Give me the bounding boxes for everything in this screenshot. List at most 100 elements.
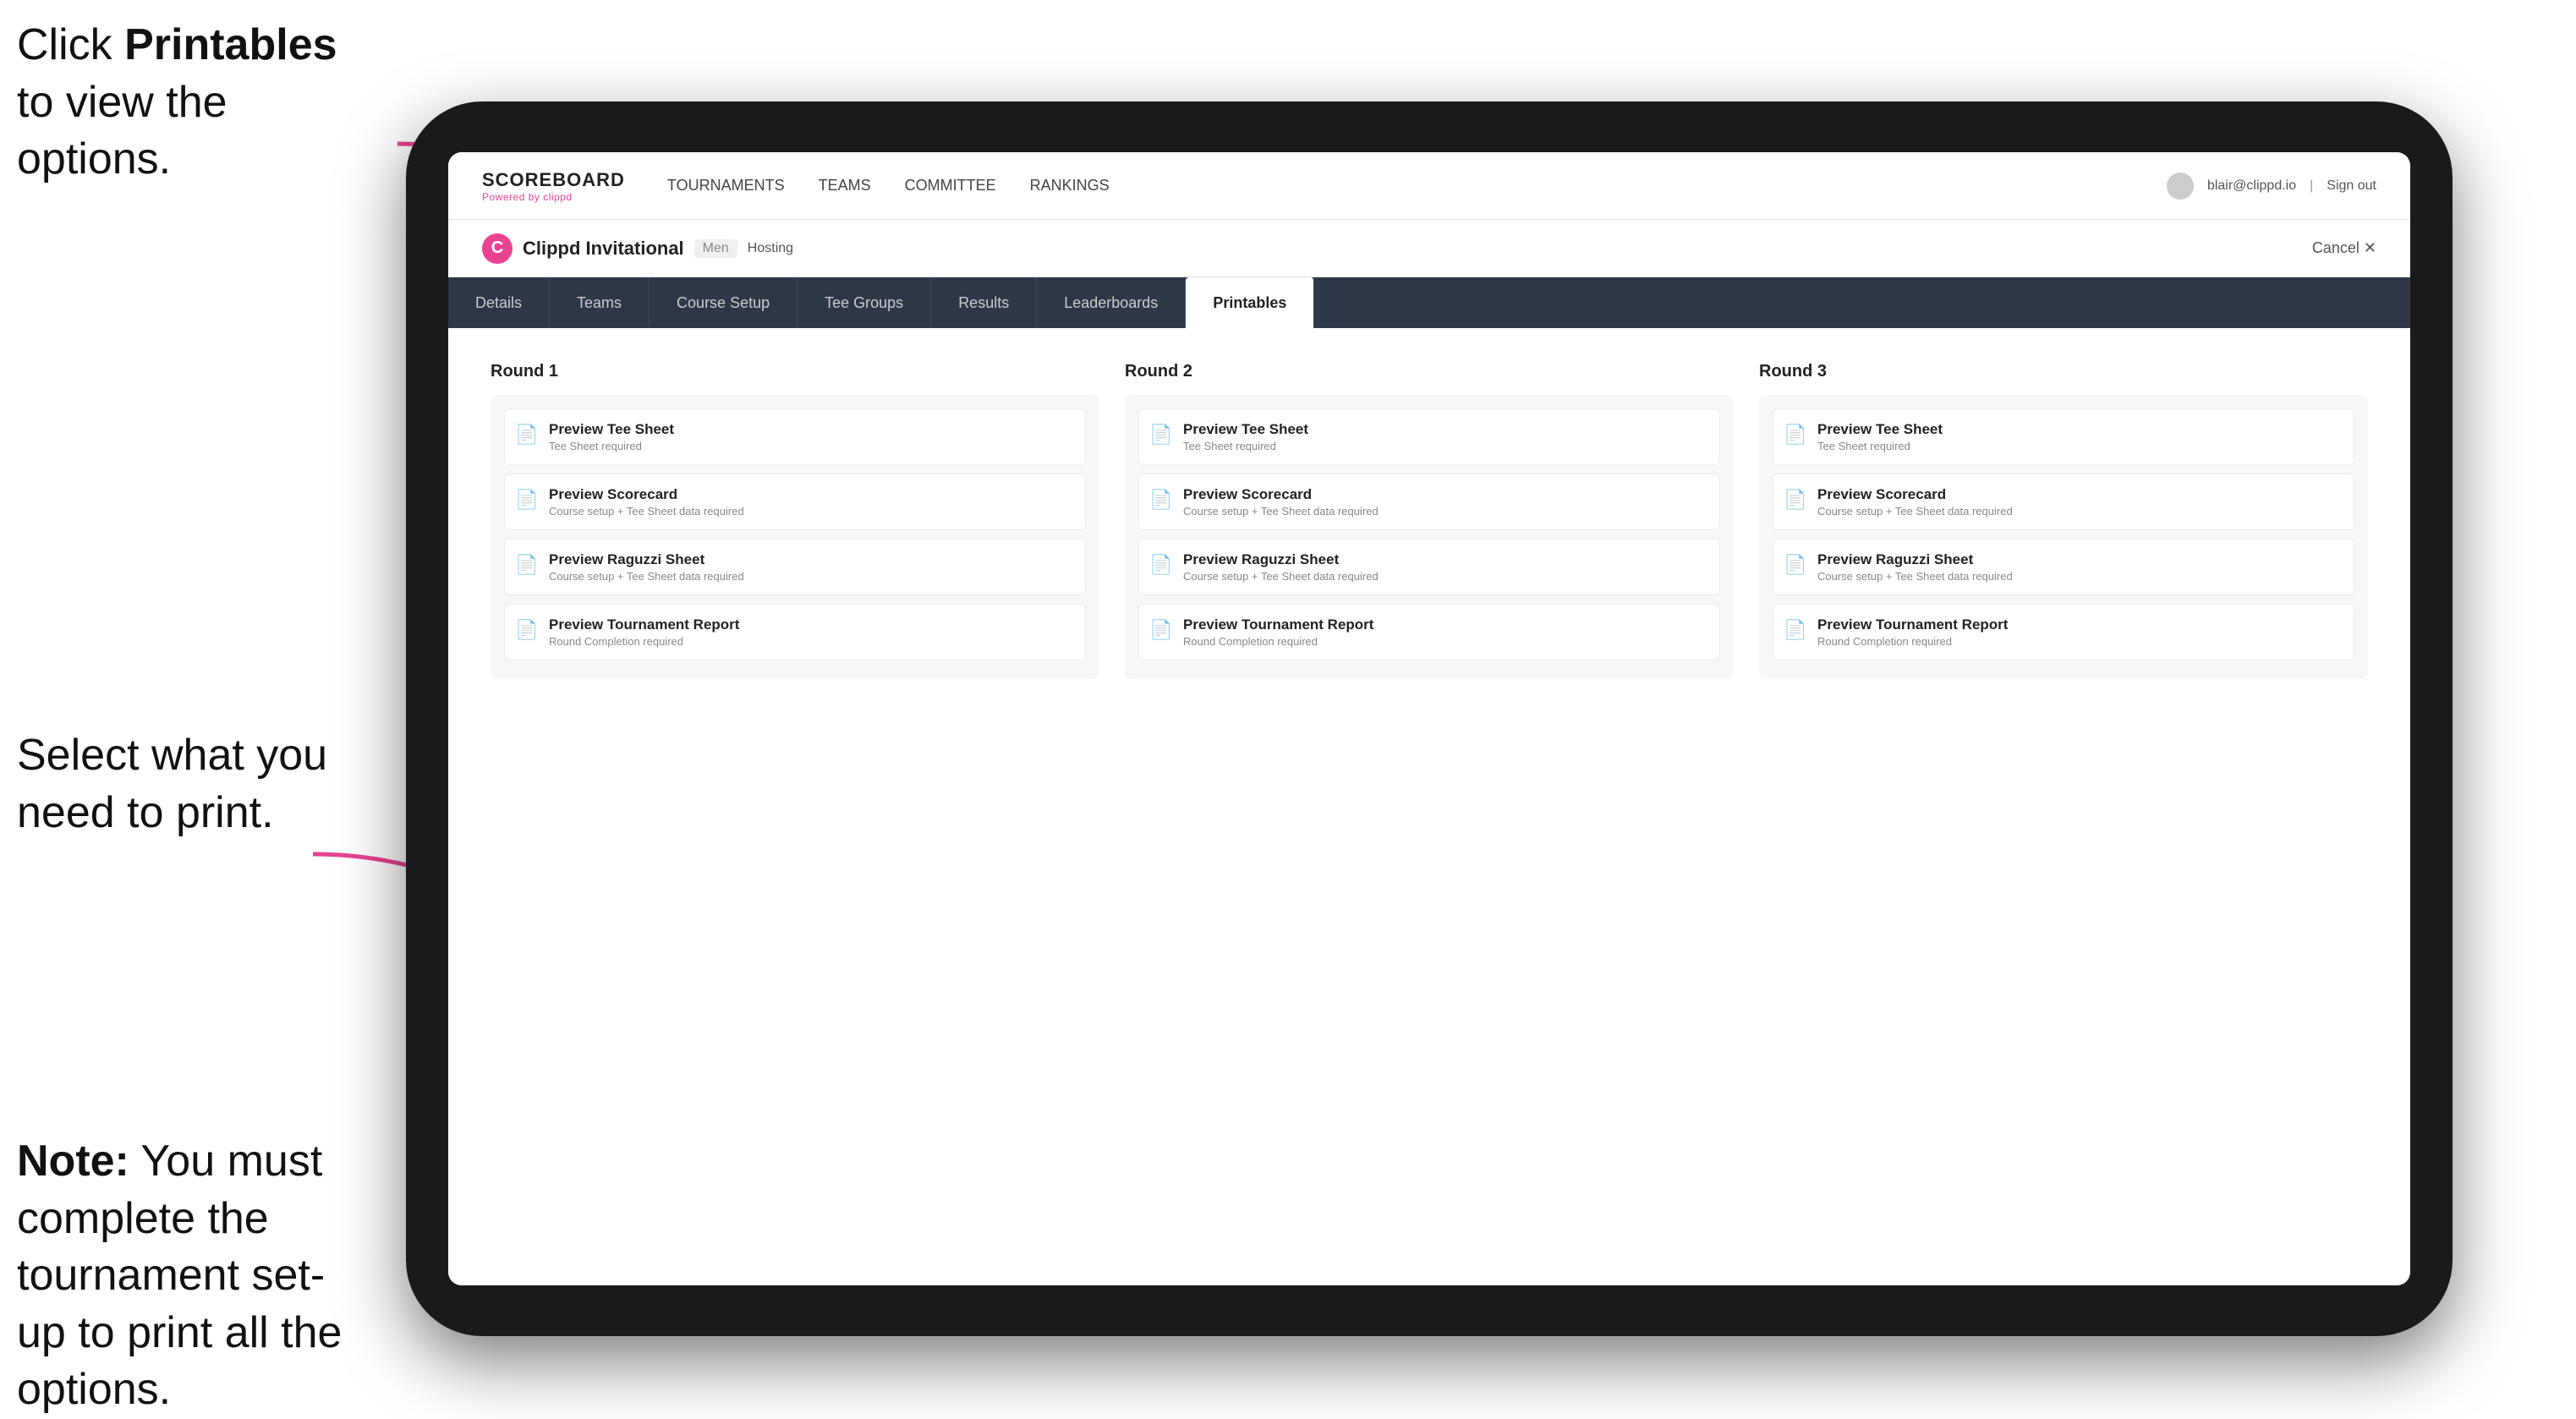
- annotation-bold-printables: Printables: [124, 20, 337, 69]
- round-2-cards: 📄 Preview Tee Sheet Tee Sheet required 📄…: [1125, 395, 1734, 679]
- round1-tournament-report[interactable]: 📄 Preview Tournament Report Round Comple…: [504, 604, 1086, 660]
- round2-tee-sheet-text: Preview Tee Sheet Tee Sheet required: [1183, 421, 1308, 452]
- tablet-screen: SCOREBOARD Powered by clippd TOURNAMENTS…: [448, 152, 2410, 1285]
- round1-raguzzi-subtitle: Course setup + Tee Sheet data required: [549, 570, 744, 583]
- annotation-top: Click Printables to view the options.: [17, 17, 372, 189]
- rounds-grid: Round 1 📄 Preview Tee Sheet Tee Sheet re…: [491, 362, 2368, 679]
- round1-report-text: Preview Tournament Report Round Completi…: [549, 616, 739, 648]
- round1-tee-sheet[interactable]: 📄 Preview Tee Sheet Tee Sheet required: [504, 408, 1086, 465]
- round2-scorecard-subtitle: Course setup + Tee Sheet data required: [1183, 505, 1378, 518]
- nav-teams[interactable]: TEAMS: [819, 173, 871, 198]
- round2-raguzzi-text: Preview Raguzzi Sheet Course setup + Tee…: [1183, 551, 1378, 583]
- round2-tournament-report[interactable]: 📄 Preview Tournament Report Round Comple…: [1138, 604, 1720, 660]
- round3-raguzzi-title: Preview Raguzzi Sheet: [1817, 551, 2013, 568]
- round3-tee-sheet-text: Preview Tee Sheet Tee Sheet required: [1817, 421, 1943, 452]
- round1-raguzzi[interactable]: 📄 Preview Raguzzi Sheet Course setup + T…: [504, 539, 1086, 595]
- round3-raguzzi-subtitle: Course setup + Tee Sheet data required: [1817, 570, 2013, 583]
- round1-raguzzi-title: Preview Raguzzi Sheet: [549, 551, 744, 568]
- round3-raguzzi-text: Preview Raguzzi Sheet Course setup + Tee…: [1817, 551, 2013, 583]
- round-3-label: Round 3: [1759, 362, 2368, 381]
- nav-tournaments[interactable]: TOURNAMENTS: [667, 173, 785, 198]
- round2-report-text: Preview Tournament Report Round Completi…: [1183, 616, 1373, 648]
- tab-results[interactable]: Results: [931, 277, 1037, 328]
- tab-details[interactable]: Details: [448, 277, 550, 328]
- round2-tee-sheet-subtitle: Tee Sheet required: [1183, 440, 1308, 452]
- document-icon: 📄: [1149, 616, 1173, 644]
- round1-scorecard-title: Preview Scorecard: [549, 486, 744, 503]
- tab-leaderboards[interactable]: Leaderboards: [1037, 277, 1186, 328]
- round3-raguzzi[interactable]: 📄 Preview Raguzzi Sheet Course setup + T…: [1773, 539, 2354, 595]
- document-icon: 📄: [1149, 486, 1173, 513]
- main-content: Round 1 📄 Preview Tee Sheet Tee Sheet re…: [448, 328, 2410, 1285]
- document-icon: 📄: [515, 551, 539, 578]
- round-3-cards: 📄 Preview Tee Sheet Tee Sheet required 📄…: [1759, 395, 2368, 679]
- round3-scorecard[interactable]: 📄 Preview Scorecard Course setup + Tee S…: [1773, 474, 2354, 530]
- top-nav-links: TOURNAMENTS TEAMS COMMITTEE RANKINGS: [667, 173, 2167, 198]
- annotation-note-bold: Note:: [17, 1137, 129, 1186]
- document-icon: 📄: [1149, 551, 1173, 578]
- round3-tee-sheet-title: Preview Tee Sheet: [1817, 421, 1943, 438]
- tournament-name: Clippd Invitational: [523, 238, 684, 260]
- document-icon: 📄: [515, 616, 539, 644]
- round3-report-subtitle: Round Completion required: [1817, 635, 2008, 648]
- round2-tee-sheet[interactable]: 📄 Preview Tee Sheet Tee Sheet required: [1138, 408, 1720, 465]
- round2-tee-sheet-title: Preview Tee Sheet: [1183, 421, 1308, 438]
- document-icon: 📄: [1784, 486, 1807, 513]
- round1-scorecard-text: Preview Scorecard Course setup + Tee She…: [549, 486, 744, 518]
- round1-report-subtitle: Round Completion required: [549, 635, 739, 648]
- round3-tee-sheet-subtitle: Tee Sheet required: [1817, 440, 1943, 452]
- round1-tee-sheet-title: Preview Tee Sheet: [549, 421, 674, 438]
- round1-report-title: Preview Tournament Report: [549, 616, 739, 633]
- nav-rankings[interactable]: RANKINGS: [1030, 173, 1110, 198]
- round2-raguzzi-title: Preview Raguzzi Sheet: [1183, 551, 1378, 568]
- annotation-bottom: Note: You must complete the tournament s…: [17, 1133, 372, 1419]
- tab-printables[interactable]: Printables: [1186, 277, 1314, 328]
- document-icon: 📄: [515, 421, 539, 448]
- sign-out-link[interactable]: Sign out: [2327, 178, 2376, 194]
- round-1-column: Round 1 📄 Preview Tee Sheet Tee Sheet re…: [491, 362, 1099, 679]
- round-1-cards: 📄 Preview Tee Sheet Tee Sheet required 📄…: [491, 395, 1099, 679]
- top-nav-right: blair@clippd.io | Sign out: [2167, 173, 2376, 200]
- tab-teams[interactable]: Teams: [550, 277, 649, 328]
- tournament-status: Hosting: [748, 241, 793, 256]
- tab-course-setup[interactable]: Course Setup: [649, 277, 797, 328]
- round2-report-subtitle: Round Completion required: [1183, 635, 1373, 648]
- annotation-middle: Select what you need to print.: [17, 727, 372, 841]
- round3-tee-sheet[interactable]: 📄 Preview Tee Sheet Tee Sheet required: [1773, 408, 2354, 465]
- round3-scorecard-subtitle: Course setup + Tee Sheet data required: [1817, 505, 2013, 518]
- document-icon: 📄: [1784, 616, 1807, 644]
- logo-title: SCOREBOARD: [482, 169, 625, 191]
- round1-scorecard-subtitle: Course setup + Tee Sheet data required: [549, 505, 744, 518]
- round2-scorecard[interactable]: 📄 Preview Scorecard Course setup + Tee S…: [1138, 474, 1720, 530]
- round1-raguzzi-text: Preview Raguzzi Sheet Course setup + Tee…: [549, 551, 744, 583]
- round2-raguzzi-subtitle: Course setup + Tee Sheet data required: [1183, 570, 1378, 583]
- top-nav: SCOREBOARD Powered by clippd TOURNAMENTS…: [448, 152, 2410, 220]
- round3-report-text: Preview Tournament Report Round Completi…: [1817, 616, 2008, 648]
- document-icon: 📄: [1149, 421, 1173, 448]
- round-1-label: Round 1: [491, 362, 1099, 381]
- round2-raguzzi[interactable]: 📄 Preview Raguzzi Sheet Course setup + T…: [1138, 539, 1720, 595]
- tournament-title-area: C Clippd Invitational Men Hosting: [482, 233, 793, 264]
- round3-report-title: Preview Tournament Report: [1817, 616, 2008, 633]
- round-2-label: Round 2: [1125, 362, 1734, 381]
- document-icon: 📄: [1784, 421, 1807, 448]
- document-icon: 📄: [1784, 551, 1807, 578]
- cancel-button[interactable]: Cancel ✕: [2312, 239, 2376, 257]
- tab-nav: Details Teams Course Setup Tee Groups Re…: [448, 277, 2410, 328]
- user-email: blair@clippd.io: [2207, 178, 2296, 194]
- logo-subtitle: Powered by clippd: [482, 191, 625, 203]
- round-2-column: Round 2 📄 Preview Tee Sheet Tee Sheet re…: [1125, 362, 1734, 679]
- nav-committee[interactable]: COMMITTEE: [905, 173, 996, 198]
- tournament-header: C Clippd Invitational Men Hosting Cancel…: [448, 220, 2410, 277]
- round1-tee-sheet-text: Preview Tee Sheet Tee Sheet required: [549, 421, 674, 452]
- round-3-column: Round 3 📄 Preview Tee Sheet Tee Sheet re…: [1759, 362, 2368, 679]
- round3-scorecard-text: Preview Scorecard Course setup + Tee She…: [1817, 486, 2013, 518]
- document-icon: 📄: [515, 486, 539, 513]
- round2-report-title: Preview Tournament Report: [1183, 616, 1373, 633]
- round1-tee-sheet-subtitle: Tee Sheet required: [549, 440, 674, 452]
- user-avatar: [2167, 173, 2194, 200]
- round3-tournament-report[interactable]: 📄 Preview Tournament Report Round Comple…: [1773, 604, 2354, 660]
- tab-tee-groups[interactable]: Tee Groups: [797, 277, 931, 328]
- round3-scorecard-title: Preview Scorecard: [1817, 486, 2013, 503]
- round1-scorecard[interactable]: 📄 Preview Scorecard Course setup + Tee S…: [504, 474, 1086, 530]
